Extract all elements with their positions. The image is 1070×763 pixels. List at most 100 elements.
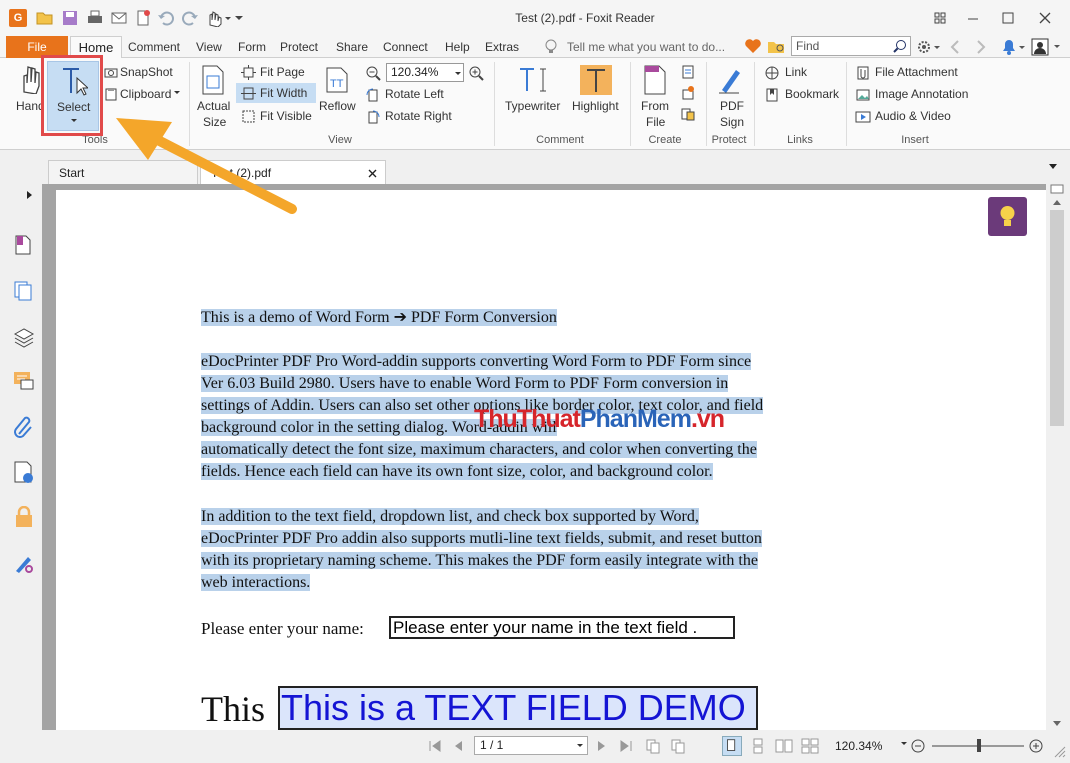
notification-bell-icon[interactable] <box>1000 38 1028 56</box>
link-icon <box>764 65 780 81</box>
zoom-select[interactable]: 120.34% <box>386 63 464 82</box>
previous-page-icon[interactable] <box>452 739 464 753</box>
status-zoom-out-icon[interactable] <box>910 738 926 754</box>
tab-close-icon[interactable] <box>368 169 377 178</box>
paragraph-2-line: In addition to the text field, dropdown … <box>201 508 699 525</box>
fit-width-button[interactable]: Fit Width <box>236 83 316 103</box>
signatures-panel-icon[interactable] <box>13 460 35 484</box>
page-number-input[interactable]: 1 / 1 <box>474 736 588 755</box>
bookmarks-panel-icon[interactable] <box>13 234 33 256</box>
typewriter-button[interactable]: Typewriter <box>505 99 560 113</box>
snapshot-icon <box>104 66 118 78</box>
next-page-icon[interactable] <box>596 739 608 753</box>
from-file-label-2[interactable]: File <box>646 115 665 129</box>
paragraph-2-line: eDocPrinter PDF Pro addin also supports … <box>201 530 762 547</box>
collapse-ribbon-icon[interactable] <box>1050 184 1064 194</box>
bookmark-icon <box>764 87 780 103</box>
highlight-icon <box>580 65 612 95</box>
pages-panel-icon[interactable] <box>13 280 33 302</box>
status-zoom-in-icon[interactable] <box>1028 738 1044 754</box>
heart-icon[interactable] <box>744 38 762 56</box>
tell-me-input[interactable]: Tell me what you want to do... <box>567 40 725 54</box>
digital-signature-icon[interactable] <box>13 552 35 574</box>
from-file-label-1[interactable]: From <box>641 99 669 113</box>
paragraph-1-line: Ver 6.03 Build 2980. Users have to enabl… <box>201 375 728 392</box>
fit-width-icon <box>241 86 256 101</box>
tab-extras[interactable]: Extras <box>485 40 519 54</box>
paragraph-2: In addition to the text field, dropdown … <box>201 506 762 594</box>
scrollbar-thumb[interactable] <box>1050 210 1064 426</box>
search-folder-icon[interactable] <box>767 38 787 56</box>
close-icon[interactable] <box>1033 6 1057 30</box>
ribbon-display-options-icon[interactable] <box>928 6 952 30</box>
tab-comment[interactable]: Comment <box>128 40 180 54</box>
create-from-scanner-icon[interactable] <box>680 85 696 101</box>
status-zoom-dropdown-icon[interactable] <box>900 741 908 747</box>
heading-text-end: PDF Form Conversion <box>407 309 557 326</box>
user-account-icon[interactable] <box>1030 37 1066 57</box>
scroll-up-icon[interactable] <box>1052 198 1062 206</box>
first-page-icon[interactable] <box>428 739 442 753</box>
maximize-icon[interactable] <box>996 6 1020 30</box>
zoom-in-icon[interactable] <box>468 65 484 81</box>
image-annotation-button[interactable]: Image Annotation <box>875 87 968 101</box>
continuous-facing-icon[interactable] <box>801 738 819 754</box>
name-text-field[interactable]: Please enter your name in the text field… <box>389 616 735 639</box>
search-icon[interactable] <box>893 39 907 53</box>
tips-lightbulb-button[interactable] <box>988 197 1027 236</box>
tab-form[interactable]: Form <box>238 40 266 54</box>
zoom-out-icon[interactable] <box>365 65 381 81</box>
bookmark-button[interactable]: Bookmark <box>785 87 839 101</box>
rotate-right-button[interactable]: Rotate Right <box>385 109 452 123</box>
paragraph-1-line: automatically detect the font size, maxi… <box>201 441 757 458</box>
zoom-dropdown-icon[interactable] <box>454 71 462 77</box>
audio-video-icon <box>855 109 871 125</box>
single-page-view-button[interactable] <box>722 736 742 756</box>
tab-share[interactable]: Share <box>336 40 368 54</box>
actual-size-label-1[interactable]: Actual <box>197 99 230 113</box>
comments-panel-icon[interactable] <box>13 370 35 392</box>
last-page-icon[interactable] <box>619 739 633 753</box>
status-zoom-value[interactable]: 120.34% <box>835 739 882 753</box>
demo-text-field[interactable]: This is a TEXT FIELD DEMO <box>278 686 758 730</box>
layers-panel-icon[interactable] <box>13 326 35 348</box>
clipboard-dropdown-icon[interactable] <box>173 90 181 96</box>
tab-help[interactable]: Help <box>445 40 470 54</box>
next-view-icon[interactable] <box>670 738 686 754</box>
resize-grip-icon[interactable] <box>1052 744 1066 758</box>
zoom-slider-handle[interactable] <box>977 739 981 752</box>
document-heading: This is a demo of Word Form ➔ PDF Form C… <box>201 307 557 329</box>
next-arrow-icon[interactable] <box>974 39 988 55</box>
clipboard-button[interactable]: Clipboard <box>120 87 171 101</box>
fit-page-button[interactable]: Fit Page <box>260 65 305 79</box>
scroll-down-icon[interactable] <box>1052 720 1062 728</box>
pdf-sign-label-2[interactable]: Sign <box>720 115 744 129</box>
fit-width-label: Fit Width <box>260 86 307 100</box>
file-attachment-button[interactable]: File Attachment <box>875 65 958 79</box>
create-from-clipboard-icon[interactable] <box>680 106 696 122</box>
tab-protect[interactable]: Protect <box>280 40 318 54</box>
page-dropdown-icon[interactable] <box>576 743 584 749</box>
snapshot-button[interactable]: SnapShot <box>120 65 173 79</box>
create-blank-icon[interactable] <box>680 64 696 80</box>
minimize-icon[interactable] <box>961 6 985 30</box>
facing-pages-icon[interactable] <box>775 738 793 754</box>
attachments-panel-icon[interactable] <box>13 416 35 438</box>
security-lock-icon[interactable] <box>13 506 35 528</box>
reflow-button[interactable]: Reflow <box>319 99 356 113</box>
tab-connect[interactable]: Connect <box>383 40 428 54</box>
link-button[interactable]: Link <box>785 65 807 79</box>
audio-video-button[interactable]: Audio & Video <box>875 109 951 123</box>
previous-view-icon[interactable] <box>645 738 661 754</box>
ribbon-separator <box>706 62 707 146</box>
rotate-left-button[interactable]: Rotate Left <box>385 87 444 101</box>
continuous-page-icon[interactable] <box>750 738 766 754</box>
tab-view[interactable]: View <box>196 40 222 54</box>
vertical-scrollbar[interactable] <box>1046 184 1070 730</box>
settings-gear-icon[interactable] <box>916 38 942 56</box>
expand-panel-icon[interactable] <box>26 190 34 200</box>
previous-arrow-icon[interactable] <box>948 39 962 55</box>
highlight-button[interactable]: Highlight <box>572 99 619 113</box>
pdf-sign-label-1[interactable]: PDF <box>720 99 744 113</box>
tab-list-dropdown-icon[interactable] <box>1048 163 1058 171</box>
